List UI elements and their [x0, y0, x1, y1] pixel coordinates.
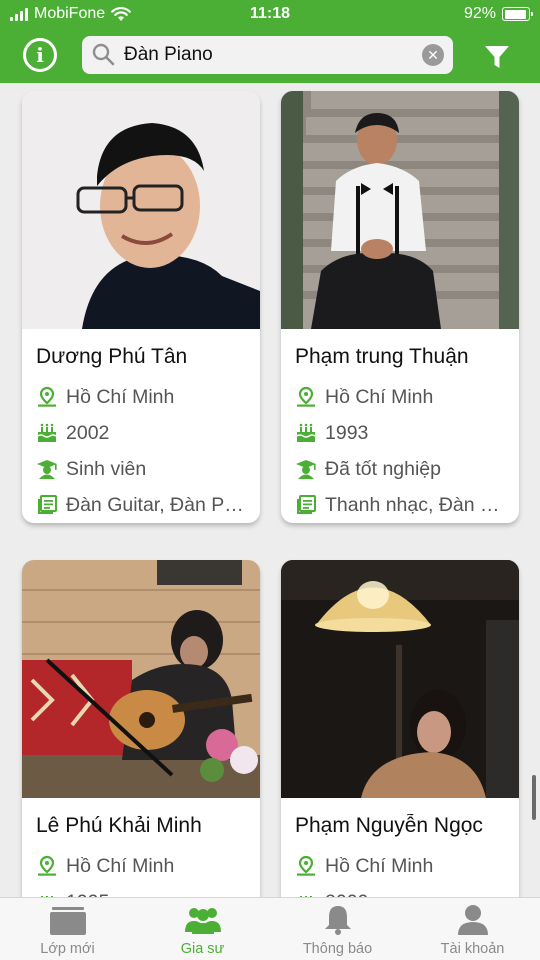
tutor-photo [22, 91, 260, 329]
tab-tutors[interactable]: Gia sư [135, 898, 270, 960]
clock: 11:18 [249, 5, 291, 22]
filter-icon[interactable] [484, 44, 510, 70]
birthday-cake-icon [296, 423, 316, 442]
location-pin-icon [297, 386, 315, 407]
class-icon [49, 907, 86, 935]
info-icon: i [36, 43, 44, 67]
location-pin-icon [38, 855, 56, 876]
tutor-card[interactable]: Dương Phú Tân Hồ Chí Minh 2002 Sinh viên… [22, 91, 260, 523]
tab-notifications[interactable]: Thông báo [270, 898, 405, 960]
birthday-cake-icon [37, 423, 57, 442]
location-pin-icon [38, 386, 56, 407]
search-bar[interactable]: ✕ [82, 36, 453, 74]
tab-account[interactable]: Tài khoản [405, 898, 540, 960]
tutors-icon [184, 908, 221, 934]
bottom-tab-bar: Lớp mới Gia sư Thông báo Tài khoản [0, 897, 540, 960]
battery-percent: 92% [463, 5, 496, 22]
tutor-subjects: Đàn Guitar, Đàn Piano [36, 487, 260, 523]
account-icon [457, 905, 488, 935]
tutor-photo [281, 91, 519, 329]
book-icon [38, 495, 57, 514]
tutor-location: Hồ Chí Minh [36, 848, 260, 884]
tutor-card[interactable]: Phạm Nguyễn Ngọc Hồ Chí Minh 2000 [281, 560, 519, 920]
tutor-photo [22, 560, 260, 798]
tutor-name: Lê Phú Khải Minh [36, 814, 202, 837]
battery-icon [502, 7, 533, 21]
tutor-location: Hồ Chí Minh [36, 379, 260, 415]
graduate-icon [296, 460, 316, 479]
info-button[interactable]: i [23, 38, 57, 72]
tutor-name: Phạm Nguyễn Ngọc [295, 814, 483, 837]
tutor-location: Hồ Chí Minh [295, 848, 519, 884]
tutor-card[interactable]: Lê Phú Khải Minh Hồ Chí Minh 1995 [22, 560, 260, 920]
tutor-birth-year: 1993 [295, 415, 519, 451]
search-input[interactable] [124, 44, 404, 66]
tutor-birth-year: 2002 [36, 415, 260, 451]
graduate-icon [37, 460, 57, 479]
bell-icon [324, 906, 351, 935]
tutor-location: Hồ Chí Minh [295, 379, 519, 415]
tutor-name: Dương Phú Tân [36, 345, 188, 368]
book-icon [297, 495, 316, 514]
tutor-card[interactable]: Phạm trung Thuận Hồ Chí Minh 1993 Đã tốt… [281, 91, 519, 523]
close-icon: ✕ [427, 46, 439, 63]
location-pin-icon [297, 855, 315, 876]
tutor-photo [281, 560, 519, 798]
status-bar: MobiFone 11:18 92% [0, 0, 540, 30]
tutor-subjects: Thanh nhạc, Đàn Piano [295, 487, 519, 523]
tutor-status: Đã tốt nghiệp [295, 451, 519, 487]
search-icon [92, 43, 115, 66]
tutor-name: Phạm trung Thuận [295, 345, 469, 368]
scrollbar[interactable] [532, 775, 536, 820]
app-header: MobiFone 11:18 92% i ✕ [0, 0, 540, 83]
tutor-status: Sinh viên [36, 451, 260, 487]
tab-new-classes[interactable]: Lớp mới [0, 898, 135, 960]
clear-search-button[interactable]: ✕ [422, 44, 444, 66]
